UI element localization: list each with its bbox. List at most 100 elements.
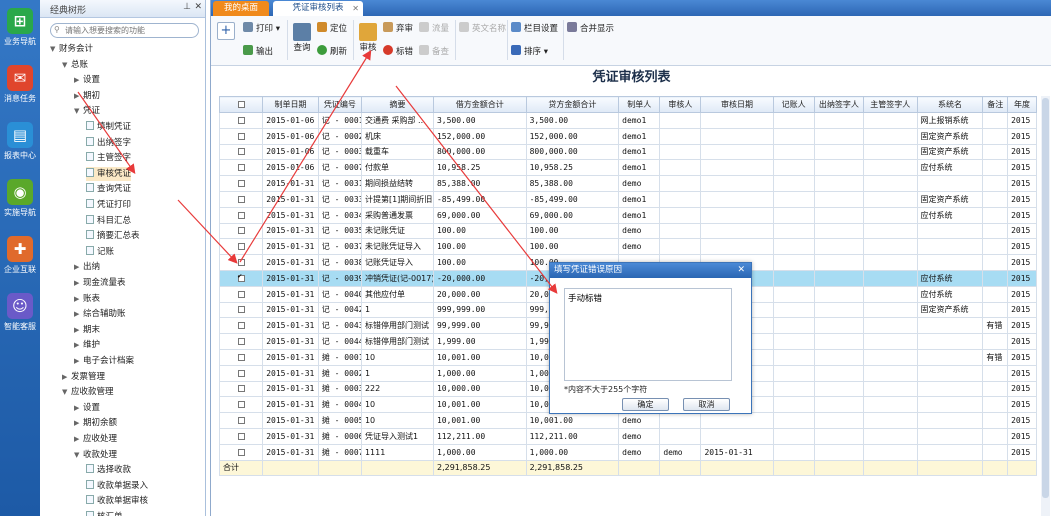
tree-item[interactable]: ▶ 应收处理: [74, 432, 117, 446]
column-header[interactable]: 凭证编号: [317, 96, 362, 113]
nav-message-task[interactable]: ✉ 消息任务: [0, 61, 40, 121]
tree-item[interactable]: 核汇单: [86, 510, 123, 516]
tree-item[interactable]: ▶ 期末: [74, 323, 100, 337]
row-checkbox-cell[interactable]: [218, 175, 264, 192]
row-checkbox-cell[interactable]: [218, 143, 264, 161]
locate-button[interactable]: 定位: [317, 22, 347, 36]
sort-button[interactable]: 排序 ▾: [511, 45, 548, 59]
flag-error-button[interactable]: 标错: [383, 45, 413, 59]
row-checkbox[interactable]: [237, 432, 245, 440]
tree-item[interactable]: ▶ 期初: [74, 89, 100, 103]
row-checkbox-cell[interactable]: [218, 112, 264, 129]
add-button[interactable]: +: [217, 22, 235, 40]
nav-business-nav[interactable]: ⊞ 业务导航: [0, 4, 40, 64]
query-button[interactable]: 查询: [291, 23, 313, 54]
stream-button[interactable]: 流量: [419, 22, 449, 36]
cancel-button[interactable]: 取消: [683, 398, 730, 411]
row-checkbox-cell[interactable]: [218, 206, 264, 224]
english-name-button[interactable]: 英文名称: [459, 22, 506, 36]
nav-report-center[interactable]: ▤ 报表中心: [0, 118, 40, 178]
row-checkbox-cell[interactable]: [218, 380, 264, 398]
pin-icon[interactable]: ⊥: [183, 2, 191, 12]
table-row[interactable]: 2015-01-06 记 - 0007 付款单 10,958.25 10,958.25 d…: [218, 159, 1037, 177]
tree-item[interactable]: ▶ 设置: [74, 401, 100, 415]
table-row[interactable]: 2015-01-31 记 - 0035 未记账凭证 100.00 100.00 demo 2…: [218, 222, 1037, 240]
nav-enterprise-link[interactable]: ✚ 企业互联: [0, 232, 40, 292]
row-checkbox-cell[interactable]: [218, 254, 264, 271]
nav-smart-service[interactable]: ☺ 智能客服: [0, 289, 40, 349]
row-checkbox[interactable]: [237, 306, 245, 314]
row-checkbox[interactable]: [237, 338, 245, 346]
row-checkbox[interactable]: [237, 180, 245, 188]
row-checkbox[interactable]: [237, 385, 245, 393]
column-header[interactable]: 出纳签字人: [813, 96, 865, 113]
column-header[interactable]: 年度: [1007, 96, 1037, 113]
row-checkbox[interactable]: [237, 164, 245, 172]
tree-item[interactable]: 收款单据录入: [86, 479, 148, 493]
collapsed-arrow-icon[interactable]: ▶: [62, 370, 71, 384]
tree-item[interactable]: 科目汇总: [86, 214, 131, 228]
tree-item[interactable]: 审核凭证: [86, 166, 132, 181]
tree-item[interactable]: 记账: [86, 245, 114, 259]
table-row[interactable]: 2015-01-31 记 - 0033 计提第[1]期间折旧 -85,499.00 -8…: [218, 190, 1037, 208]
row-checkbox[interactable]: [237, 132, 245, 140]
tree-item[interactable]: 收款单据审核: [86, 494, 148, 508]
expanded-arrow-icon[interactable]: ▼: [74, 448, 83, 462]
tree-item[interactable]: 选择收款: [86, 463, 131, 477]
tree-item[interactable]: ▶ 维护: [74, 338, 100, 352]
column-header[interactable]: [218, 96, 264, 113]
tree-item[interactable]: ▼ 收款处理: [74, 448, 117, 462]
row-checkbox-cell[interactable]: [218, 127, 264, 145]
column-header[interactable]: 系统名: [916, 96, 984, 113]
close-tab-icon[interactable]: ✕: [352, 1, 359, 16]
row-checkbox-cell[interactable]: [218, 269, 264, 287]
print-button[interactable]: 打印 ▾: [243, 22, 280, 36]
column-header[interactable]: 借方金额合计: [432, 96, 527, 113]
row-checkbox[interactable]: [237, 417, 245, 425]
collapsed-arrow-icon[interactable]: ▶: [74, 73, 83, 87]
tree-item[interactable]: ▼ 应收款管理: [62, 385, 114, 399]
column-header[interactable]: 贷方金额合计: [525, 96, 620, 113]
collapsed-arrow-icon[interactable]: ▶: [74, 401, 83, 415]
abandon-audit-button[interactable]: 弃审: [383, 22, 413, 36]
tree-item[interactable]: ▶ 发票管理: [62, 370, 105, 384]
collapsed-arrow-icon[interactable]: ▶: [74, 323, 83, 337]
tree-item[interactable]: ▶ 现金流量表: [74, 276, 126, 290]
audit-button[interactable]: 审核: [357, 23, 379, 54]
tree-item[interactable]: ▶ 出纳: [74, 260, 100, 274]
row-checkbox-cell[interactable]: [218, 333, 264, 350]
column-header[interactable]: 审核人: [659, 96, 702, 113]
collapsed-arrow-icon[interactable]: ▶: [74, 307, 83, 321]
row-checkbox[interactable]: [237, 116, 245, 124]
tree-item[interactable]: ▶ 电子会计档案: [74, 354, 134, 368]
tree-item[interactable]: ▶ 账表: [74, 292, 100, 306]
tree-item[interactable]: 摘要汇总表: [86, 229, 140, 243]
tab-voucher-audit-list[interactable]: 凭证审核列表 ✕: [273, 1, 363, 16]
tree-item[interactable]: 填制凭证: [86, 120, 131, 134]
row-checkbox[interactable]: [237, 148, 245, 156]
tree-search-input[interactable]: [51, 24, 191, 37]
row-checkbox-cell[interactable]: [218, 222, 264, 240]
output-button[interactable]: 输出: [243, 45, 273, 59]
ok-button[interactable]: 确定: [622, 398, 669, 411]
collapsed-arrow-icon[interactable]: ▶: [74, 260, 83, 274]
tree-item[interactable]: ▶ 设置: [74, 73, 100, 87]
column-header[interactable]: 记账人: [772, 96, 815, 113]
expanded-arrow-icon[interactable]: ▼: [62, 58, 71, 72]
table-scrollbar[interactable]: [1041, 96, 1050, 516]
column-settings-button[interactable]: 栏目设置: [511, 22, 558, 36]
collapsed-arrow-icon[interactable]: ▶: [74, 432, 83, 446]
tree-item[interactable]: 凭证打印: [86, 198, 131, 212]
nav-implement-nav[interactable]: ◉ 实施导航: [0, 175, 40, 235]
row-checkbox-cell[interactable]: [218, 364, 264, 382]
table-row[interactable]: 2015-01-06 记 - 0003 载重车 800,000.00 800,000.0…: [218, 143, 1037, 161]
row-checkbox[interactable]: [237, 401, 245, 409]
column-header[interactable]: 制单人: [618, 96, 661, 113]
row-checkbox-cell[interactable]: [218, 412, 264, 429]
row-checkbox-cell[interactable]: [218, 159, 264, 177]
row-checkbox[interactable]: [237, 195, 245, 203]
expanded-arrow-icon[interactable]: ▼: [74, 104, 83, 118]
collapsed-arrow-icon[interactable]: ▶: [74, 354, 83, 368]
row-checkbox-cell[interactable]: [218, 238, 264, 256]
row-checkbox-cell[interactable]: [218, 396, 264, 414]
